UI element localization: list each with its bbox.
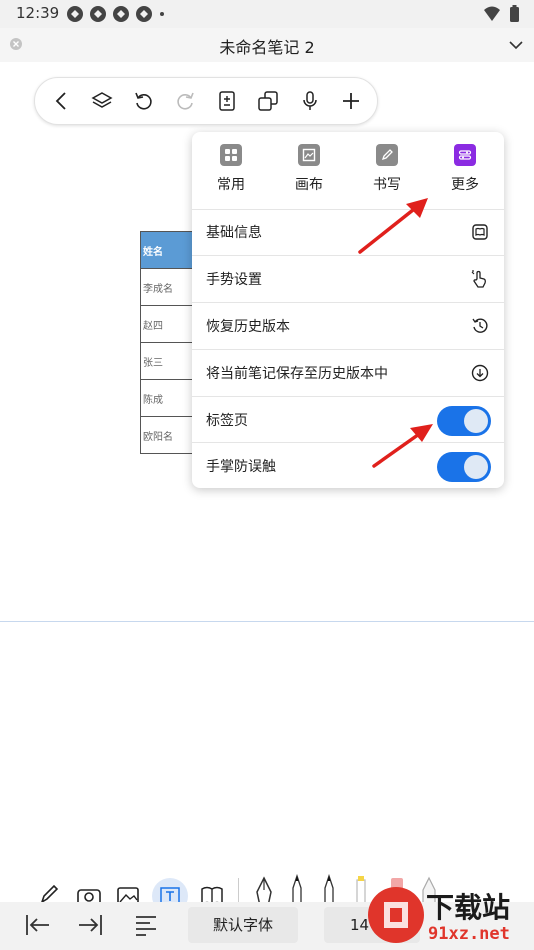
- microphone-icon: [302, 91, 317, 110]
- table-cell: 欧阳名: [140, 416, 200, 454]
- add-button[interactable]: [337, 87, 365, 115]
- redo-icon: [177, 92, 195, 110]
- fountain-pen-icon[interactable]: [254, 876, 274, 904]
- wifi-icon: [484, 6, 500, 21]
- notification-icons: [66, 5, 166, 23]
- menu-item-label: 手掌防误触: [206, 459, 276, 475]
- tab-common[interactable]: 常用: [196, 144, 266, 194]
- notification-icon: [113, 6, 129, 22]
- tool-divider: [238, 878, 239, 904]
- tab-canvas[interactable]: 画布: [274, 144, 344, 194]
- menu-item-label: 将当前笔记保存至历史版本中: [206, 366, 388, 382]
- notification-icon: [67, 6, 83, 22]
- page-button[interactable]: [213, 87, 241, 115]
- page-title: 未命名笔记 2: [219, 38, 315, 57]
- history-icon: [470, 316, 490, 336]
- toggle-knob: [464, 409, 488, 433]
- book-open-icon[interactable]: [200, 884, 224, 904]
- camera-icon[interactable]: [76, 884, 102, 904]
- ballpoint-pen-icon[interactable]: [290, 874, 304, 904]
- document-icon: [218, 91, 235, 111]
- tab-more[interactable]: 更多: [430, 144, 500, 194]
- menu-item-label: 标签页: [206, 413, 248, 429]
- watermark-url: 91xz.net: [428, 924, 510, 944]
- download-circle-icon: [470, 363, 490, 383]
- redo-button[interactable]: [171, 87, 199, 115]
- copy-icon: [258, 91, 278, 111]
- table-cell: 李成名: [140, 268, 200, 306]
- note-table[interactable]: 姓名 李成名 赵四 张三 陈成 欧阳名: [140, 231, 200, 454]
- marker-pen-icon[interactable]: [322, 874, 336, 904]
- title-bar: 未命名笔记 2: [0, 28, 534, 62]
- menu-item-label: 恢复历史版本: [206, 319, 290, 335]
- copy-button[interactable]: [254, 87, 282, 115]
- voice-button[interactable]: [296, 87, 324, 115]
- status-bar: 12:39: [0, 0, 534, 28]
- table-cell: 张三: [140, 342, 200, 380]
- notification-icon: [90, 6, 106, 22]
- chevron-left-icon: [55, 92, 66, 110]
- pencil-icon[interactable]: [38, 882, 60, 904]
- text-box-icon: [160, 887, 180, 904]
- tab-label: 画布: [295, 177, 323, 193]
- table-cell: 陈成: [140, 379, 200, 417]
- annotation-arrow-icon: [372, 424, 433, 468]
- menu-item-tabs-toggle: 标签页: [192, 397, 504, 443]
- menu-item-gesture-settings[interactable]: 手势设置: [192, 256, 504, 302]
- page-boundary-line: [0, 621, 534, 622]
- plus-icon: [342, 93, 359, 109]
- more-menu-panel: 常用 画布 书写 更多 基础信息 手势设置 恢复历史版本 将当前笔记保存至历史版…: [192, 132, 504, 488]
- tabs-toggle-switch[interactable]: [437, 406, 491, 436]
- grid-icon: [220, 144, 242, 166]
- menu-item-restore-history[interactable]: 恢复历史版本: [192, 303, 504, 349]
- watermark-emblem-icon: [368, 887, 424, 943]
- pen-icon: [376, 144, 398, 166]
- indent-icon[interactable]: [76, 912, 104, 938]
- align-left-icon[interactable]: [134, 912, 158, 936]
- tab-writing[interactable]: 书写: [352, 144, 422, 194]
- font-family-select[interactable]: 默认字体: [188, 907, 298, 943]
- table-cell: 赵四: [140, 305, 200, 343]
- menu-tabs: 常用 画布 书写 更多: [192, 132, 504, 209]
- image-icon[interactable]: [116, 884, 140, 904]
- chevron-down-icon[interactable]: [508, 37, 524, 53]
- menu-item-label: 手势设置: [206, 272, 262, 288]
- tab-label: 书写: [373, 177, 401, 193]
- system-icons: [483, 5, 520, 23]
- menu-item-basic-info[interactable]: 基础信息: [192, 209, 504, 255]
- battery-icon: [510, 5, 519, 22]
- dot-icon: [160, 12, 164, 16]
- layers-icon: [91, 92, 113, 108]
- book-icon: [470, 222, 490, 242]
- layers-button[interactable]: [88, 87, 116, 115]
- text-tool-button[interactable]: [152, 878, 188, 904]
- menu-item-palm-rejection: 手掌防误触: [192, 443, 504, 488]
- notification-icon: [136, 6, 152, 22]
- annotation-arrow-icon: [358, 198, 428, 254]
- back-button[interactable]: [47, 87, 75, 115]
- status-time: 12:39: [16, 4, 60, 22]
- watermark-logo: 下载站 91xz.net: [364, 880, 534, 950]
- tab-label: 常用: [217, 177, 245, 193]
- gesture-icon: [470, 269, 490, 289]
- undo-icon: [135, 92, 152, 110]
- table-header-cell: 姓名: [140, 231, 200, 269]
- tab-label: 更多: [451, 177, 479, 193]
- outdent-icon[interactable]: [24, 912, 52, 938]
- menu-item-save-to-history[interactable]: 将当前笔记保存至历史版本中: [192, 350, 504, 396]
- undo-button[interactable]: [130, 87, 158, 115]
- palm-rejection-toggle-switch[interactable]: [437, 452, 491, 482]
- note-toolbar: [34, 77, 378, 125]
- toggle-knob: [464, 455, 488, 479]
- canvas-icon: [298, 144, 320, 166]
- watermark-title: 下载站: [426, 891, 511, 924]
- more-settings-icon: [454, 144, 476, 166]
- menu-item-label: 基础信息: [206, 225, 262, 241]
